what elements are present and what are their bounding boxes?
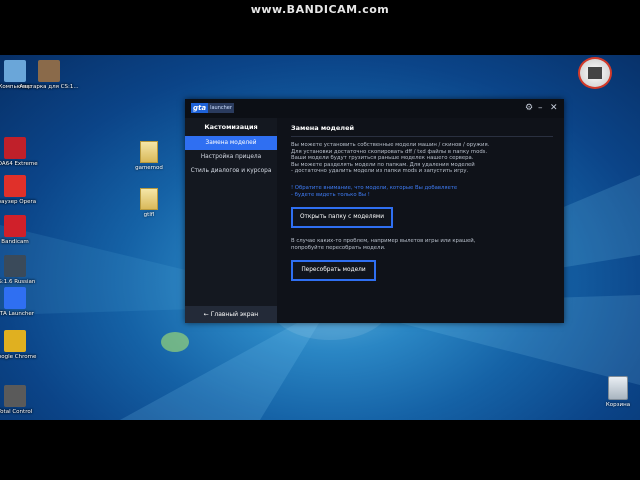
- sidebar-item-dialog-style[interactable]: Стиль диалогов и курсора: [185, 164, 277, 178]
- desktop-shortcut-label: GTA Launcher: [0, 311, 35, 317]
- page-title: Замена моделей: [291, 124, 355, 132]
- desktop-shortcut-label: Total Control: [0, 409, 33, 415]
- desktop-shortcut[interactable]: GTA Launcher: [0, 287, 46, 318]
- bandicam-record-icon[interactable]: [578, 57, 612, 89]
- gear-icon[interactable]: ⚙: [525, 102, 533, 114]
- warning-note: ! Обратите внимание, что модели, которые…: [291, 185, 458, 198]
- app-icon: [4, 385, 26, 407]
- logo-launcher: launcher: [208, 103, 234, 113]
- desktop-shortcut[interactable]: Браузер Opera: [0, 175, 46, 206]
- open-models-folder-button[interactable]: Открыть папку с моделями: [291, 207, 393, 228]
- desktop-shortcut-label: Аватарка для CS:1...: [19, 84, 79, 90]
- logo-gta: gta: [191, 103, 209, 113]
- chrome-icon: [4, 330, 26, 352]
- description-text: Вы можете установить собственные модели …: [291, 142, 490, 175]
- desktop-shortcut-label: Google Chrome: [0, 354, 37, 360]
- folder-icon: [140, 141, 158, 163]
- desktop-shortcut[interactable]: Аватарка для CS:1...: [18, 60, 80, 91]
- opera-icon: [4, 175, 26, 197]
- content-panel: Замена моделей Вы можете установить собс…: [283, 118, 558, 323]
- folder-label: gamemod: [135, 165, 163, 171]
- desktop-shortcut-label: Bandicam: [1, 239, 29, 245]
- bandicam-icon: [4, 215, 26, 237]
- desktop: КомпьютерАватарка для CS:1...AIDA64 Extr…: [0, 55, 640, 420]
- recycle-bin[interactable]: Корзина: [598, 376, 638, 408]
- cs-icon: [4, 255, 26, 277]
- rebuild-hint-text: В случае каких-то проблем, например выле…: [291, 238, 476, 251]
- image-icon: [38, 60, 60, 82]
- desktop-shortcut-label: Браузер Opera: [0, 199, 37, 205]
- title-bar: gta launcher ⚙ – ✕: [185, 99, 564, 118]
- minimize-icon[interactable]: –: [538, 102, 543, 114]
- desktop-shortcut[interactable]: Total Control: [0, 385, 46, 416]
- close-icon[interactable]: ✕: [550, 102, 558, 114]
- watermark: www.BANDICAM.com: [250, 3, 390, 16]
- desktop-shortcut-label: CS:1.6 Russian: [0, 279, 36, 285]
- desktop-shortcut[interactable]: Google Chrome: [0, 330, 46, 361]
- aida64-icon: [4, 137, 26, 159]
- sidebar-item-models[interactable]: Замена моделей: [185, 136, 277, 150]
- folder-icon: [140, 188, 158, 210]
- folder[interactable]: gamemod: [119, 141, 179, 171]
- main-screen-button[interactable]: ← Главный экран: [185, 306, 277, 323]
- desktop-shortcut[interactable]: CS:1.6 Russian: [0, 255, 46, 286]
- desktop-shortcut-label: AIDA64 Extreme: [0, 161, 38, 167]
- desktop-shortcut[interactable]: AIDA64 Extreme: [0, 137, 46, 168]
- rebuild-models-button[interactable]: Пересобрать модели: [291, 260, 376, 281]
- launcher-logo: gta launcher: [191, 103, 234, 113]
- desktop-shortcut[interactable]: Bandicam: [0, 215, 46, 246]
- title-divider: [291, 136, 553, 137]
- sidebar: Кастомизация Замена моделей Настройка пр…: [185, 118, 277, 323]
- recycle-bin-icon: [608, 376, 628, 400]
- recycle-bin-label: Корзина: [605, 402, 631, 408]
- folder[interactable]: gtlfl: [119, 188, 179, 218]
- sidebar-title: Кастомизация: [204, 123, 258, 131]
- sidebar-item-crosshair[interactable]: Настройка прицела: [185, 150, 277, 164]
- gta-launcher-icon: [4, 287, 26, 309]
- launcher-window: gta launcher ⚙ – ✕ Кастомизация Замена м…: [185, 99, 564, 323]
- folder-label: gtlfl: [143, 212, 155, 218]
